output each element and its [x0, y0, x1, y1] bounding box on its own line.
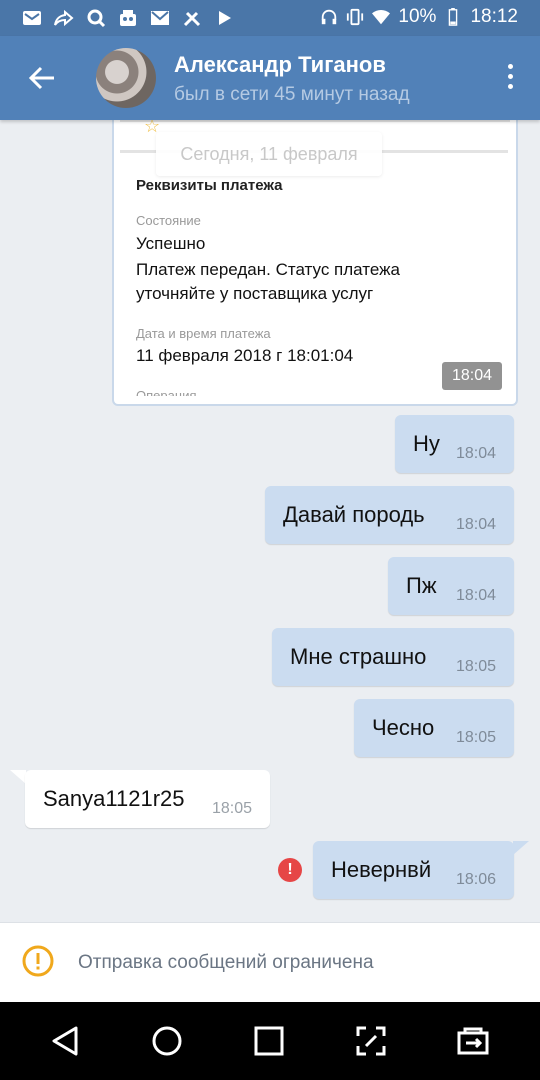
- back-icon[interactable]: [48, 1024, 82, 1058]
- state-value: Успешно: [136, 234, 206, 253]
- robot-icon: [120, 10, 136, 26]
- battery-icon: [449, 8, 458, 26]
- message-text: Пж: [406, 573, 437, 598]
- message-text: Sanya1121r25: [43, 786, 185, 811]
- restriction-text: Отправка сообщений ограничена: [78, 952, 374, 973]
- message-time: 18:05: [211, 800, 252, 817]
- screenshot-edit-icon[interactable]: [354, 1024, 388, 1058]
- messaging-restricted-banner: Отправка сообщений ограничена: [0, 922, 540, 1003]
- last-seen-status: был в сети 45 минут назад: [174, 84, 410, 105]
- screen-switch-icon[interactable]: [456, 1024, 490, 1058]
- message-text: Ну: [413, 431, 440, 456]
- recents-icon[interactable]: [252, 1024, 286, 1058]
- message-bubble[interactable]: Мне страшно 18:05: [272, 628, 514, 686]
- share-icon: [54, 9, 74, 27]
- notification-icons: [22, 8, 234, 28]
- message-bubble[interactable]: Невернвй 18:06: [313, 841, 514, 899]
- clock: 18:12: [470, 6, 518, 27]
- message-text: Давай породь: [283, 502, 425, 527]
- state-label: Состояние: [136, 213, 201, 228]
- play-icon: [219, 11, 231, 25]
- state-note: уточняйте у поставщика услуг: [136, 284, 374, 303]
- wifi-icon: [372, 9, 391, 25]
- search-app-icon: [87, 9, 106, 28]
- contact-name[interactable]: Александр Тиганов: [174, 52, 386, 78]
- status-bar: 10% 18:12: [0, 0, 540, 36]
- battery-percent: 10%: [398, 6, 437, 27]
- message-time: 18:04: [455, 445, 496, 462]
- message-time: 18:04: [442, 362, 502, 390]
- message-bubble[interactable]: Ну 18:04: [395, 415, 514, 473]
- message-time: 18:05: [455, 658, 496, 675]
- warning-icon: [22, 945, 54, 977]
- message-bubble[interactable]: Пж 18:04: [388, 557, 514, 615]
- message-time: 18:04: [455, 587, 496, 604]
- chat-header: Александр Тиганов был в сети 45 минут на…: [0, 36, 540, 120]
- message-bubble[interactable]: Sanya1121r25 18:05: [25, 770, 270, 828]
- more-options-icon[interactable]: [506, 64, 514, 92]
- headphones-icon: [322, 9, 337, 25]
- email-icon: [23, 11, 41, 25]
- message-time: 18:06: [455, 871, 496, 888]
- system-status: 10% 18:12: [320, 6, 518, 28]
- date-separator: Сегодня, 11 февраля: [156, 132, 382, 176]
- gmail-icon: [151, 11, 169, 25]
- message-time: 18:05: [455, 729, 496, 746]
- message-text: Мне страшно: [290, 644, 427, 669]
- datetime-label: Дата и время платежа: [136, 326, 271, 341]
- card-title: Реквизиты платежа: [136, 177, 283, 194]
- datetime-value: 11 февраля 2018 г 18:01:04: [136, 346, 354, 365]
- bubble-tail: [513, 841, 529, 855]
- message-bubble[interactable]: Чесно 18:05: [354, 699, 514, 757]
- message-bubble[interactable]: Давай породь 18:04: [265, 486, 514, 544]
- system-nav-bar: [0, 1002, 540, 1080]
- home-icon[interactable]: [150, 1024, 184, 1058]
- message-text: Чесно: [372, 715, 435, 740]
- bubble-tail: [10, 770, 26, 784]
- error-icon[interactable]: !: [278, 858, 302, 882]
- vibrate-icon: [347, 8, 364, 26]
- back-arrow-icon[interactable]: [26, 62, 58, 94]
- tools-icon: [183, 11, 201, 27]
- message-text: Невернвй: [331, 857, 432, 882]
- operation-label: Операция: [136, 388, 197, 396]
- avatar[interactable]: [96, 48, 156, 108]
- message-time: 18:04: [455, 516, 496, 533]
- state-note: Платеж передан. Статус платежа: [136, 260, 400, 279]
